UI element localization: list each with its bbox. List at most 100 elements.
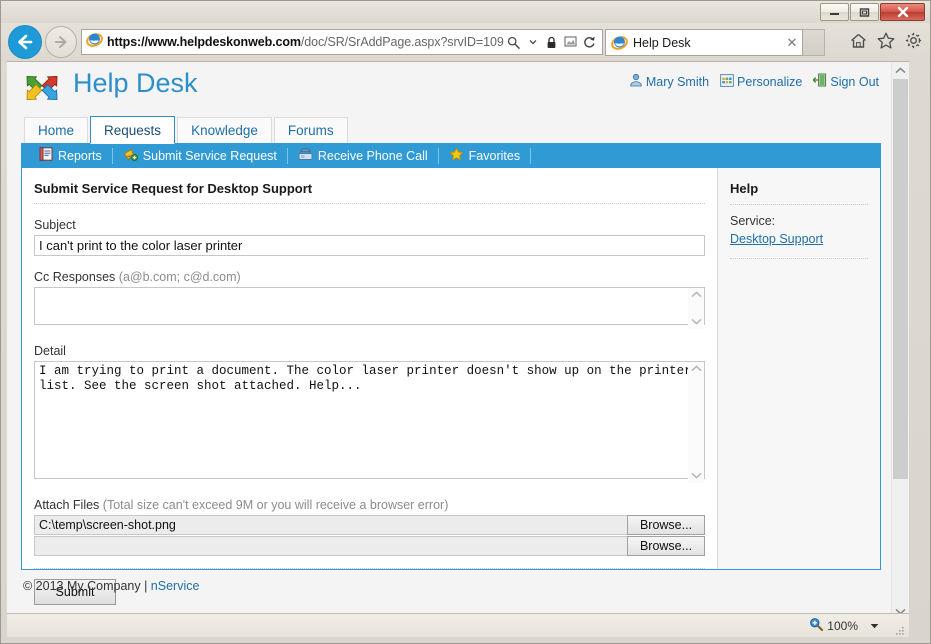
internet-explorer-icon (611, 34, 628, 51)
zoom-in-magnifier-icon (809, 617, 824, 634)
scroll-up-icon[interactable] (892, 62, 909, 79)
telephone-icon (298, 147, 313, 164)
user-menu-item-sign-out[interactable]: Sign Out (812, 73, 879, 90)
detail-label: Detail (34, 344, 66, 358)
grid-icon (720, 73, 734, 90)
restore-button[interactable] (850, 3, 879, 21)
toolbar-item-label: Receive Phone Call (317, 148, 428, 163)
tab-knowledge[interactable]: Knowledge (177, 117, 272, 143)
detail-textarea-wrapper (34, 361, 705, 484)
close-button[interactable] (880, 3, 925, 21)
content-body: Submit Service Request for Desktop Suppo… (21, 168, 881, 605)
address-bar[interactable]: https://www.helpdeskonweb.com/doc/SR/SrA… (81, 29, 603, 55)
toolbar-separator (437, 147, 439, 164)
back-button[interactable] (9, 26, 41, 58)
detail-textarea[interactable] (34, 361, 705, 479)
toolbar-item-receive-phone-call[interactable]: Receive Phone Call (288, 143, 438, 168)
browser-tools (850, 32, 922, 54)
subject-label: Subject (34, 218, 76, 232)
attach-hint: (Total size can't exceed 9M or you will … (102, 498, 449, 512)
service-label: Service: (730, 214, 776, 228)
subject-field-group: Subject (34, 218, 705, 256)
user-menu-label: Mary Smith (645, 74, 710, 89)
browser-status-bar: 100% (7, 613, 909, 637)
user-menu-item-personalize[interactable]: Personalize (720, 73, 803, 90)
toolbar-item-label: Submit Service Request (142, 148, 277, 163)
cc-label: Cc Responses (a@b.com; c@d.com) (34, 270, 705, 284)
user-menu-label: Sign Out (830, 74, 879, 89)
attach-files-group: Attach Files (Total size can't exceed 9M… (34, 498, 705, 556)
divider (730, 204, 868, 205)
scrollbar-thumb[interactable] (893, 79, 908, 479)
star-icon (449, 147, 464, 164)
settings-gear-icon[interactable] (905, 32, 922, 54)
site-footer: © 2013 My Company | nService (21, 570, 881, 593)
subject-input[interactable] (34, 235, 705, 256)
attach-files-label: Attach Files (Total size can't exceed 9M… (34, 498, 705, 512)
zoom-control[interactable]: 100% (809, 617, 879, 634)
user-icon (629, 73, 643, 90)
copyright-text: © 2013 My Company | (23, 579, 151, 593)
resize-grip[interactable] (893, 623, 905, 635)
cc-field-group: Cc Responses (a@b.com; c@d.com) (34, 270, 705, 330)
tab-close-icon[interactable]: ✕ (782, 35, 802, 51)
browser-navigation-bar: https://www.helpdeskonweb.com/doc/SR/SrA… (1, 23, 930, 61)
window-controls (819, 3, 925, 22)
browser-tab-title: Help Desk (633, 35, 691, 50)
site-header: Help Desk Mary Smith Personalize Sign Ou… (21, 62, 881, 112)
favorites-star-icon[interactable] (877, 32, 895, 54)
attach-row: Browse... (34, 536, 705, 556)
cc-textarea[interactable] (34, 287, 705, 325)
four-arrow-pinwheel-logo (25, 71, 61, 105)
tab-requests[interactable]: Requests (90, 116, 176, 144)
url-text: https://www.helpdeskonweb.com/doc/SR/SrA… (107, 35, 504, 49)
service-link[interactable]: Desktop Support (730, 232, 823, 246)
tab-home[interactable]: Home (24, 117, 89, 143)
megaphone-add-icon (123, 147, 138, 164)
refresh-icon[interactable] (582, 33, 597, 51)
detail-field-group: Detail (34, 344, 705, 484)
zoom-level-label: 100% (827, 618, 858, 633)
window-title-bar (1, 1, 930, 23)
lock-icon[interactable] (544, 33, 559, 51)
attach-label-text: Attach Files (34, 498, 100, 512)
helpdesk-app: Help Desk Mary Smith Personalize Sign Ou… (21, 62, 881, 605)
divider (34, 568, 705, 569)
attach-filename[interactable]: C:\temp\screen-shot.png (34, 515, 627, 535)
forward-button[interactable] (45, 26, 77, 58)
tab-forums[interactable]: Forums (273, 117, 348, 143)
user-menu-item-mary-smith[interactable]: Mary Smith (629, 73, 709, 90)
browse-button[interactable]: Browse... (627, 515, 705, 535)
search-icon[interactable] (506, 33, 521, 51)
cc-label-text: Cc Responses (34, 270, 116, 284)
nservice-link[interactable]: nService (151, 579, 200, 593)
back-arrow-icon (18, 34, 33, 50)
divider (34, 203, 705, 204)
toolbar-item-reports[interactable]: Reports (29, 143, 112, 168)
exit-door-icon (812, 73, 827, 90)
chevron-down-icon[interactable] (870, 621, 879, 631)
browse-button[interactable]: Browse... (627, 536, 705, 556)
toolbar-item-submit-service-request[interactable]: Submit Service Request (113, 143, 287, 168)
toolbar-separator (530, 147, 532, 164)
user-menu: Mary Smith Personalize Sign Out (622, 73, 879, 90)
compat-view-icon[interactable] (563, 33, 578, 51)
attach-filename[interactable] (34, 536, 627, 556)
browser-window: https://www.helpdeskonweb.com/doc/SR/SrA… (0, 0, 931, 644)
toolbar-item-label: Favorites (468, 148, 521, 163)
toolbar-separator (111, 147, 113, 164)
toolbar-item-favorites[interactable]: Favorites (439, 143, 530, 168)
page-scrollbar[interactable] (891, 62, 909, 620)
browser-tab[interactable]: Help Desk ✕ (605, 29, 803, 56)
page-title: Help Desk (73, 68, 198, 98)
cc-textarea-wrapper (34, 287, 705, 330)
divider (730, 258, 868, 259)
home-icon[interactable] (850, 33, 867, 54)
internet-explorer-icon (86, 31, 103, 53)
user-menu-label: Personalize (737, 74, 803, 89)
help-sidebar: Help Service: Desktop Support (718, 168, 880, 569)
chevron-down-icon[interactable] (525, 33, 540, 51)
new-tab-button[interactable] (803, 29, 825, 56)
minimize-button[interactable] (820, 3, 849, 21)
main-tabs: Home Requests Knowledge Forums (21, 115, 881, 144)
